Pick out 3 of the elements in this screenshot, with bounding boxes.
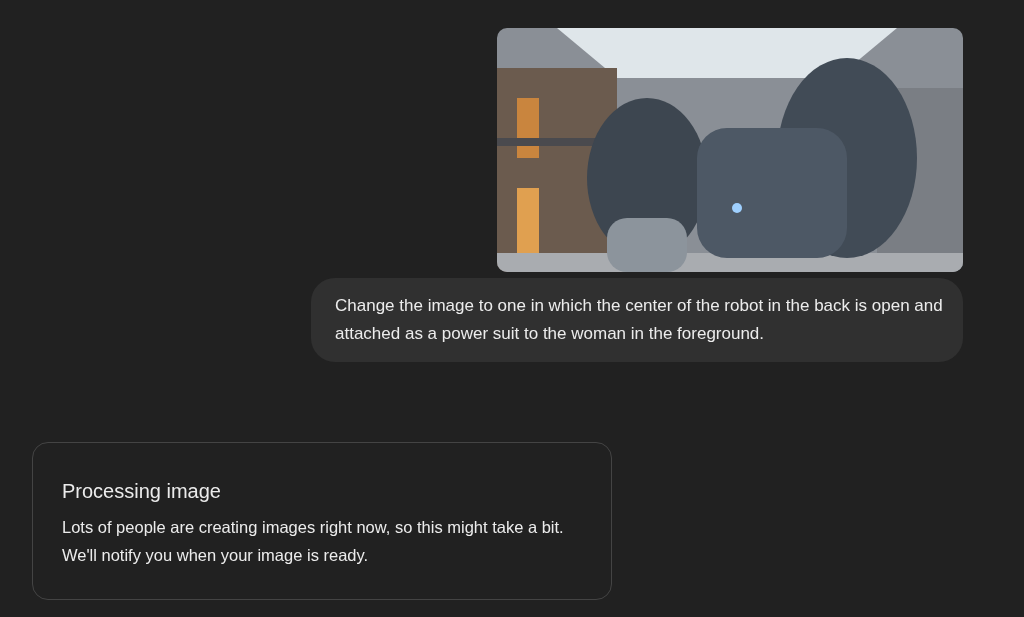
- status-title: Processing image: [62, 479, 222, 504]
- message-bubble: Change the image to one in which the center of the robot in the back is open and attached as a power suit to the woman in the foreground.: [311, 278, 963, 362]
- status-message: Lots of people are creating images right now, so this might take a bit. We'll notify you when your image is ready.: [62, 517, 565, 566]
